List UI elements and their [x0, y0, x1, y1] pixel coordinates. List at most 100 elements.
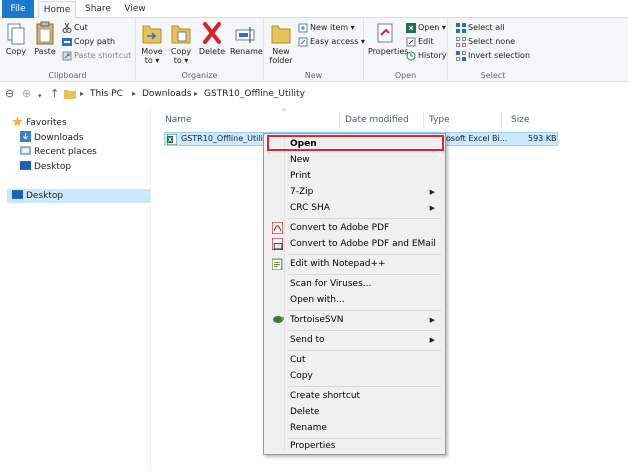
- menu-item-delete[interactable]: Delete: [266, 404, 443, 420]
- breadcrumb-current-folder[interactable]: GSTR10_Offline_Utility: [204, 88, 305, 100]
- column-type[interactable]: Type: [429, 114, 450, 126]
- menu-separator: [288, 330, 441, 331]
- copy-button[interactable]: Copy: [4, 20, 28, 56]
- select-none-button[interactable]: Select none: [456, 36, 515, 48]
- recent-places-icon: [20, 146, 31, 155]
- menu-item-crc-sha[interactable]: CRC SHA ▶: [266, 200, 443, 216]
- column-divider[interactable]: [501, 112, 502, 128]
- back-icon[interactable]: ⊖: [5, 87, 14, 101]
- tab-share[interactable]: Share: [80, 1, 116, 18]
- menu-item-notepad-plus[interactable]: Edit with Notepad++: [266, 256, 443, 272]
- sort-ascending-icon: ^: [281, 108, 287, 116]
- column-date-modified[interactable]: Date modified: [345, 114, 409, 126]
- menu-item-properties[interactable]: Properties: [266, 438, 443, 454]
- easy-access-icon: [298, 37, 308, 46]
- tab-view[interactable]: View: [118, 1, 152, 18]
- move-to-button[interactable]: Move to ▾: [139, 20, 165, 65]
- forward-icon[interactable]: ⊕: [22, 87, 31, 101]
- file-name: GSTR10_Offline_Utility: [181, 134, 271, 143]
- menu-item-print[interactable]: Print: [266, 168, 443, 184]
- copy-folder-icon: [171, 25, 191, 44]
- new-folder-button[interactable]: New folder: [268, 20, 294, 65]
- open-group: Properties Open ▾ Edit History Open: [364, 18, 448, 82]
- copy-path-button[interactable]: Copy path: [62, 36, 115, 48]
- column-divider[interactable]: [423, 112, 424, 128]
- tortoisesvn-icon: [273, 316, 284, 323]
- menu-item-convert-pdf[interactable]: Convert to Adobe PDF: [266, 220, 443, 236]
- menu-item-cut[interactable]: Cut: [266, 352, 443, 368]
- submenu-arrow-icon: ▶: [429, 336, 435, 344]
- edit-button[interactable]: Edit: [406, 36, 434, 48]
- ribbon: Copy Paste Cut Copy path Paste shortcut …: [0, 18, 628, 82]
- navigation-pane: Favorites Downloads Recent places Deskto…: [0, 110, 150, 471]
- invert-selection-button[interactable]: Invert selection: [456, 50, 530, 62]
- menu-item-send-to[interactable]: Send to ▶: [266, 332, 443, 348]
- ribbon-tabs: File Home Share View: [0, 0, 628, 18]
- menu-item-copy[interactable]: Copy: [266, 368, 443, 384]
- delete-button[interactable]: Delete: [198, 20, 226, 56]
- properties-button[interactable]: Properties: [368, 20, 408, 56]
- menu-separator: [288, 386, 441, 387]
- menu-separator: [288, 254, 441, 255]
- menu-item-new[interactable]: New: [266, 152, 443, 168]
- nav-desktop[interactable]: Desktop: [7, 189, 150, 203]
- folder-icon: [64, 90, 76, 99]
- copy-to-button[interactable]: Copy to ▾: [168, 20, 194, 65]
- select-group: Select all Select none Invert selection …: [448, 18, 538, 82]
- menu-item-rename[interactable]: Rename: [266, 420, 443, 436]
- context-menu: Open New Print 7-Zip ▶ CRC SHA ▶ Convert t…: [263, 133, 446, 455]
- delete-icon: [203, 22, 221, 44]
- organize-label: Organize: [181, 71, 218, 80]
- paste-icon: [36, 21, 54, 45]
- open-label: Open: [394, 71, 417, 80]
- tab-home[interactable]: Home: [38, 1, 76, 18]
- nav-desktop-favorite[interactable]: Desktop: [20, 160, 71, 174]
- file-type: osoft Excel Bi...: [446, 134, 508, 143]
- submenu-arrow-icon: ▶: [429, 204, 435, 212]
- breadcrumb-this-pc[interactable]: This PC: [90, 88, 123, 100]
- menu-item-tortoisesvn[interactable]: TortoiseSVN ▶: [266, 312, 443, 328]
- up-icon[interactable]: ↑: [50, 87, 59, 101]
- address-bar: ⊖ ⊕ ▾ ↑ ▸ This PC ▸ Downloads ▸ GSTR10_O…: [0, 83, 628, 105]
- nav-favorites[interactable]: Favorites: [12, 116, 67, 130]
- menu-separator: [288, 310, 441, 311]
- new-item-button[interactable]: New item ▾: [298, 22, 355, 34]
- downloads-icon: [20, 131, 31, 142]
- menu-item-scan-viruses[interactable]: Scan for Viruses...: [266, 276, 443, 292]
- column-name[interactable]: Name: [165, 114, 192, 126]
- menu-item-create-shortcut[interactable]: Create shortcut: [266, 388, 443, 404]
- select-all-button[interactable]: Select all: [456, 22, 505, 34]
- menu-item-7zip[interactable]: 7-Zip ▶: [266, 184, 443, 200]
- excel-file-icon: [167, 134, 177, 145]
- column-divider[interactable]: [339, 112, 340, 128]
- menu-item-open-with[interactable]: Open with...: [266, 292, 443, 308]
- paste-shortcut-button[interactable]: Paste shortcut: [62, 50, 131, 62]
- edit-icon: [406, 37, 416, 46]
- menu-separator: [288, 274, 441, 275]
- easy-access-button[interactable]: Easy access ▾: [298, 36, 365, 48]
- clipboard-label: Clipboard: [48, 71, 87, 80]
- open-button[interactable]: Open ▾: [406, 22, 446, 34]
- nav-recent-places[interactable]: Recent places: [20, 145, 97, 159]
- paste-button[interactable]: Paste: [32, 20, 58, 56]
- history-button[interactable]: History: [406, 50, 446, 62]
- open-highlight-box: [267, 135, 444, 151]
- breadcrumb-separator[interactable]: ▸: [194, 88, 198, 100]
- cut-button[interactable]: Cut: [62, 22, 88, 34]
- paste-shortcut-icon: [62, 51, 72, 60]
- desktop-icon: [20, 161, 31, 170]
- breadcrumb-downloads[interactable]: Downloads: [142, 88, 191, 100]
- new-label: New: [304, 71, 323, 80]
- copy-path-icon: [62, 37, 72, 46]
- breadcrumb-separator[interactable]: ▸: [132, 88, 136, 100]
- tab-file[interactable]: File: [2, 0, 34, 18]
- nav-downloads[interactable]: Downloads: [20, 131, 83, 145]
- history-icon: [406, 51, 416, 60]
- rename-button[interactable]: Rename: [230, 20, 263, 56]
- organize-group: Move to ▾ Copy to ▾ Delete Rename Organi…: [136, 18, 264, 82]
- select-label: Select: [480, 71, 506, 80]
- column-size[interactable]: Size: [511, 114, 529, 126]
- breadcrumb-separator[interactable]: ▸: [80, 88, 84, 100]
- menu-item-convert-pdf-email[interactable]: Convert to Adobe PDF and EMail: [266, 236, 443, 252]
- recent-locations-icon[interactable]: ▾: [38, 89, 42, 103]
